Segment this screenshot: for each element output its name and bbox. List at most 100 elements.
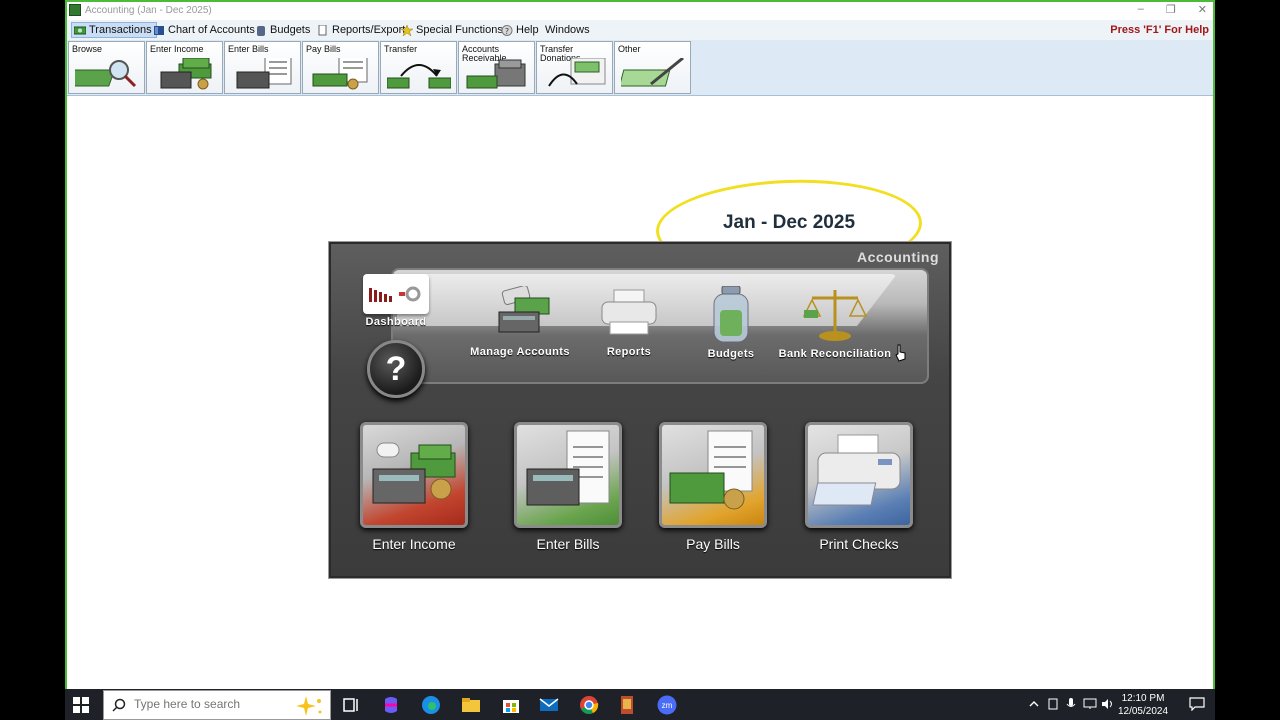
manage-accounts-button[interactable]: Manage Accounts — [465, 286, 575, 358]
tile-label: Enter Income — [372, 536, 456, 552]
menu-item-label: Reports/Export — [332, 24, 406, 36]
notifications-icon[interactable] — [1189, 697, 1205, 711]
dashboard-label: Dashboard — [365, 316, 427, 328]
menu-item-label: Budgets — [270, 24, 311, 36]
print-checks-tile[interactable]: Print Checks — [804, 422, 914, 552]
check-pen-icon — [621, 58, 684, 87]
nav-item-label: Budgets — [707, 348, 755, 360]
menu-item-label: Help — [516, 24, 539, 36]
device-icon[interactable] — [1047, 698, 1059, 710]
chrome-icon[interactable] — [579, 695, 599, 715]
toolbar-button-label: Enter Bills — [228, 44, 269, 54]
print-checks-icon — [805, 422, 913, 528]
printer-icon — [601, 289, 657, 335]
toolbar-other-button[interactable]: Other — [614, 41, 691, 94]
menu-windows[interactable]: Windows — [543, 22, 594, 38]
book-icon — [154, 25, 164, 35]
svg-text:?: ? — [505, 27, 509, 36]
clock-date: 12/05/2024 — [1117, 706, 1169, 717]
tile-label: Enter Bills — [536, 536, 600, 552]
pay-bills-tile[interactable]: Pay Bills — [658, 422, 768, 552]
toolbar-accounts-receivable-button[interactable]: Accounts Receivable — [458, 41, 535, 94]
toolbar-button-label: Enter Income — [150, 44, 204, 54]
menu-special-functions[interactable]: Special Functions — [399, 22, 507, 38]
window-title: Accounting (Jan - Dec 2025) — [85, 5, 212, 16]
minimize-button[interactable]: – — [1138, 3, 1144, 16]
zoom-icon[interactable]: zm — [657, 695, 677, 715]
accounting-app-taskbar-icon[interactable] — [617, 695, 637, 715]
svg-text:zm: zm — [662, 701, 673, 710]
app-icon — [69, 4, 81, 16]
bill-cash-icon — [669, 430, 753, 510]
fiscal-period-title: Jan - Dec 2025 — [722, 212, 856, 233]
bank-reconciliation-button[interactable]: Bank Reconciliation — [773, 286, 897, 360]
enter-bills-tile[interactable]: Enter Bills — [513, 422, 623, 552]
toolbar-browse-button[interactable]: Browse — [68, 41, 145, 94]
menu-bar: Transactions Chart of Accounts Budgets R… — [67, 20, 1213, 40]
nav-item-label: Manage Accounts — [470, 346, 570, 358]
bill-calculator-icon — [236, 58, 292, 89]
toolbar-enter-bills-button[interactable]: Enter Bills — [224, 41, 301, 94]
nav-item-label: Reports — [606, 346, 652, 358]
tile-label: Print Checks — [819, 536, 899, 552]
bill-calculator-icon — [526, 430, 610, 506]
reports-button[interactable]: Reports — [589, 286, 669, 358]
balance-scale-icon — [802, 290, 868, 341]
microphone-icon[interactable] — [1065, 697, 1077, 711]
toolbar: Browse Enter Income Enter Bills Pay Bill… — [67, 40, 1213, 96]
toolbar-transfer-button[interactable]: Transfer — [380, 41, 457, 94]
calculator-money-icon — [160, 58, 212, 90]
menu-chart-of-accounts[interactable]: Chart of Accounts — [151, 22, 259, 38]
money-jar-icon — [713, 286, 749, 343]
chevron-up-icon[interactable] — [1029, 699, 1039, 709]
network-icon[interactable] — [1083, 698, 1097, 710]
help-button[interactable]: ? — [367, 340, 425, 398]
copilot-icon[interactable] — [381, 695, 401, 715]
clock-time: 12:10 PM — [1121, 693, 1165, 704]
report-icon — [318, 24, 327, 35]
question-mark-icon: ? — [385, 349, 407, 388]
enter-income-tile[interactable]: Enter Income — [359, 422, 469, 552]
edge-browser-icon[interactable] — [421, 695, 441, 715]
menu-item-label: Chart of Accounts — [168, 24, 255, 36]
menu-help[interactable]: ? Help — [499, 22, 543, 38]
toolbar-button-label: Pay Bills — [306, 44, 341, 54]
taskbar: zm 12:10 PM 12/05/2024 — [65, 689, 1215, 720]
menu-item-label: Special Functions — [416, 24, 503, 36]
menu-transactions[interactable]: Transactions — [71, 22, 157, 38]
star-icon — [401, 24, 413, 36]
taskbar-search-box[interactable] — [103, 690, 331, 720]
enter-bills-icon — [514, 422, 622, 528]
mail-icon[interactable] — [539, 695, 559, 715]
menu-budgets[interactable]: Budgets — [253, 22, 314, 38]
app-window: Accounting (Jan - Dec 2025) – ❐ ✕ Transa… — [65, 0, 1215, 720]
menu-item-label: Transactions — [89, 24, 152, 36]
manage-accounts-icon — [498, 286, 550, 333]
transfer-arrow-icon — [387, 64, 451, 89]
menu-reports-export[interactable]: Reports/Export — [315, 22, 409, 38]
sparkle-icon — [296, 696, 322, 716]
toolbar-button-label: Transfer — [384, 44, 418, 54]
bill-money-icon — [312, 58, 368, 90]
store-icon[interactable] — [501, 695, 521, 715]
toolbar-enter-income-button[interactable]: Enter Income — [146, 41, 223, 94]
toolbar-button-label: Browse — [72, 44, 103, 54]
windows-start-icon[interactable] — [73, 697, 89, 713]
maximize-button[interactable]: ❐ — [1166, 3, 1176, 16]
jar-icon — [257, 25, 265, 36]
window-controls: – ❐ ✕ — [1138, 3, 1207, 16]
clock[interactable]: 12:10 PM 12/05/2024 — [1113, 692, 1173, 718]
task-view-icon[interactable] — [341, 695, 361, 715]
toolbar-transfer-donations-button[interactable]: Transfer Donations — [536, 41, 613, 94]
dashboard-chart-icon — [363, 274, 429, 314]
dashboard-graphic-icon — [369, 286, 421, 302]
dashboard-button[interactable]: Dashboard — [361, 274, 431, 328]
title-bar: Accounting (Jan - Dec 2025) – ❐ ✕ — [67, 2, 1213, 20]
toolbar-pay-bills-button[interactable]: Pay Bills — [302, 41, 379, 94]
panel-title: Accounting — [857, 249, 939, 265]
budgets-button[interactable]: Budgets — [691, 286, 771, 360]
toolbar-button-label: Other — [618, 44, 641, 54]
search-input[interactable] — [134, 697, 284, 711]
file-explorer-icon[interactable] — [461, 695, 481, 715]
close-button[interactable]: ✕ — [1198, 3, 1207, 16]
